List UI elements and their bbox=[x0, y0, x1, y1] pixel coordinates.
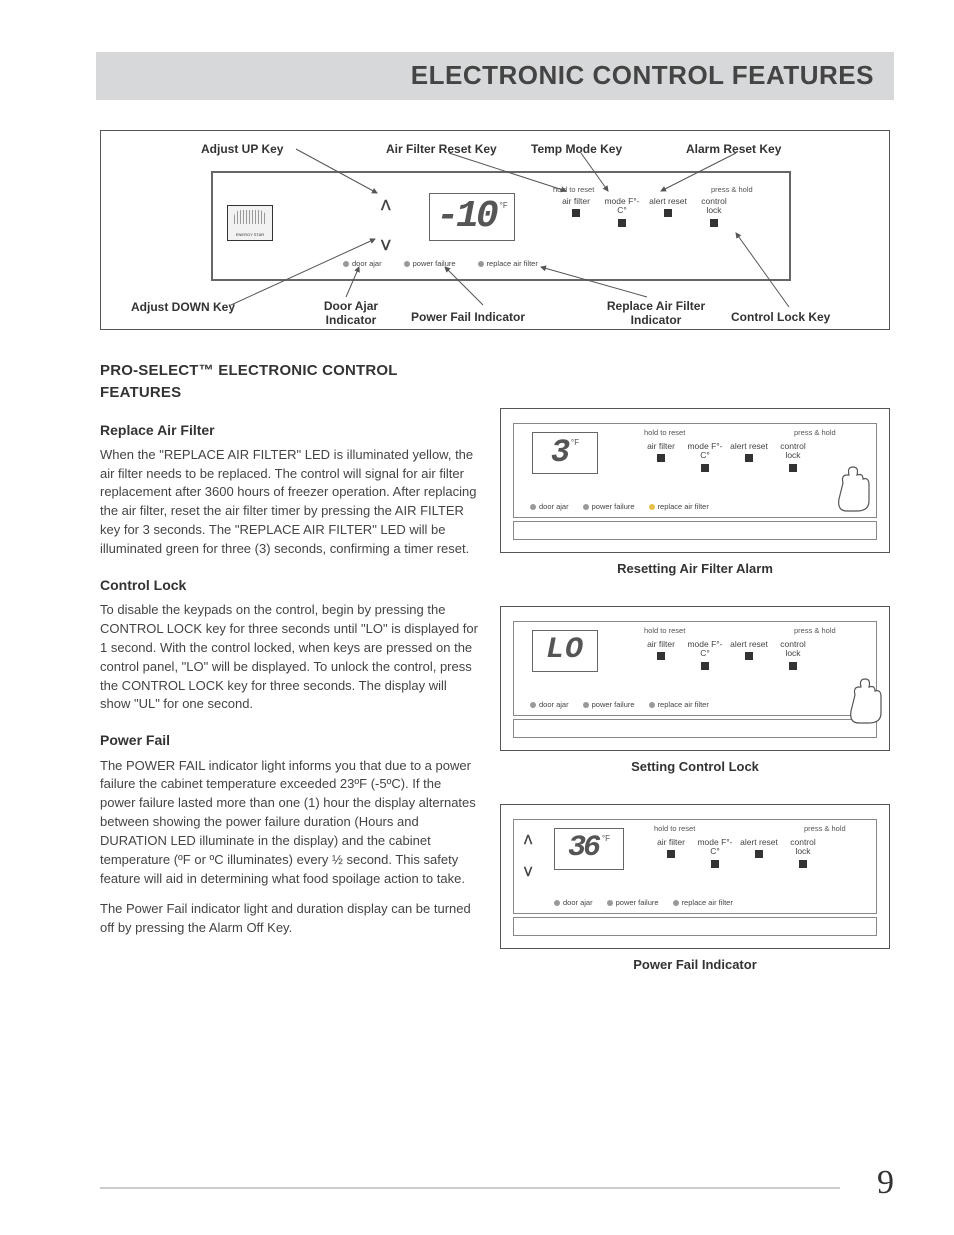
figure-reset-air-filter: 3 °F hold to reset press & hold air filt… bbox=[500, 408, 890, 553]
fig3-caption: Power Fail Indicator bbox=[500, 956, 890, 975]
fig1-display: 3 °F bbox=[532, 432, 598, 474]
para-power-fail-1: The POWER FAIL indicator light informs y… bbox=[100, 757, 480, 889]
page-title: ELECTRONIC CONTROL FEATURES bbox=[411, 57, 874, 95]
fig2-caption: Setting Control Lock bbox=[500, 758, 890, 777]
page-footer-rule bbox=[100, 1187, 840, 1189]
fig3-display: 36 °F bbox=[554, 828, 624, 870]
para-replace-filter: When the "REPLACE AIR FILTER" LED is ill… bbox=[100, 446, 480, 559]
fig1-caption: Resetting Air Filter Alarm bbox=[500, 560, 890, 579]
down-arrow-icon: ᐯ bbox=[524, 864, 532, 881]
hand-icon bbox=[833, 455, 893, 515]
para-power-fail-2: The Power Fail indicator light and durat… bbox=[100, 900, 480, 938]
section-heading: PRO-SELECT™ ELECTRONIC CONTROL FEATURES bbox=[100, 360, 480, 404]
fig2-display: LO bbox=[532, 630, 598, 672]
figure-power-fail: ᐱ ᐯ 36 °F hold to reset press & hold air… bbox=[500, 804, 890, 949]
body-content: PRO-SELECT™ ELECTRONIC CONTROL FEATURES … bbox=[100, 360, 480, 950]
subheading-control-lock: Control Lock bbox=[100, 575, 480, 595]
page-number: 9 bbox=[877, 1158, 894, 1207]
control-panel-diagram: Adjust UP Key Air Filter Reset Key Temp … bbox=[100, 130, 890, 330]
subheading-power-fail: Power Fail bbox=[100, 730, 480, 750]
figure-control-lock: LO hold to reset press & hold air filter… bbox=[500, 606, 890, 751]
up-arrow-icon: ᐱ bbox=[524, 832, 532, 849]
para-control-lock: To disable the keypads on the control, b… bbox=[100, 601, 480, 714]
section-header-band: ELECTRONIC CONTROL FEATURES bbox=[96, 52, 894, 100]
callout-arrows bbox=[101, 131, 889, 329]
hand-icon bbox=[845, 667, 905, 727]
subheading-replace-filter: Replace Air Filter bbox=[100, 420, 480, 440]
